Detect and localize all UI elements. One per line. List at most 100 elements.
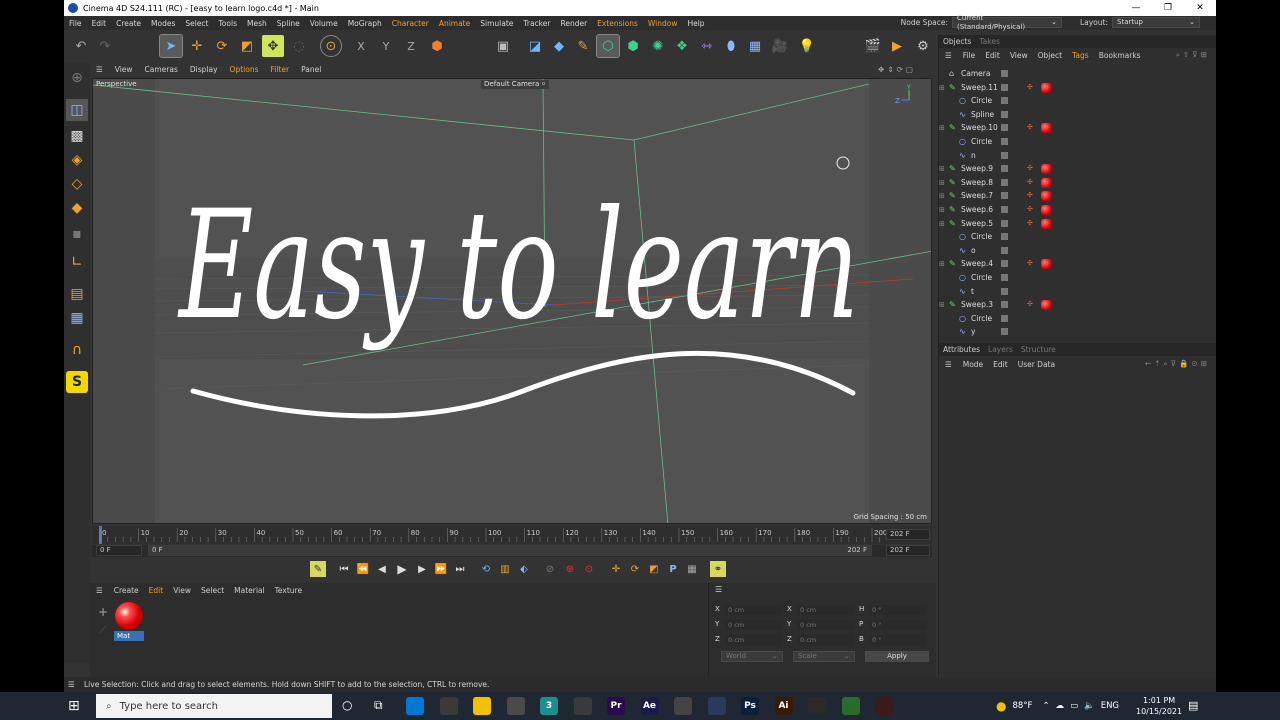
- expand-icon[interactable]: ⊞: [939, 260, 947, 268]
- material-tag-icon[interactable]: [1041, 218, 1052, 229]
- 3d-viewport[interactable]: Easy to learn Z Y Perspective Default Ca…: [92, 78, 932, 524]
- maximize-button[interactable]: ❐: [1152, 0, 1184, 16]
- snap-s-icon[interactable]: S: [66, 371, 88, 393]
- menu-spline[interactable]: Spline: [272, 19, 305, 28]
- render-region-icon[interactable]: ▣: [492, 35, 514, 57]
- visibility-checkbox[interactable]: ✓: [1001, 301, 1023, 309]
- coord-field-h[interactable]: 0 °: [869, 605, 927, 615]
- z-axis-lock-icon[interactable]: Z: [400, 35, 422, 57]
- menu-file[interactable]: File: [64, 19, 87, 28]
- menu-character[interactable]: Character: [387, 19, 434, 28]
- material-menu-select[interactable]: Select: [196, 586, 229, 595]
- points-mode-icon[interactable]: ◈: [66, 149, 88, 171]
- attributes-menu-icon[interactable]: ☰: [939, 360, 958, 369]
- objects-menu-bookmarks[interactable]: Bookmarks: [1094, 51, 1146, 60]
- taskbar-app-6[interactable]: Pr: [607, 697, 625, 715]
- phong-tag-icon[interactable]: ✣: [1027, 83, 1033, 91]
- expand-icon[interactable]: ⊞: [939, 301, 947, 309]
- object-row[interactable]: ⊞ ✎ Sweep.8 ✓ ✣: [939, 177, 1207, 191]
- object-mode-icon[interactable]: ⬢: [426, 35, 448, 57]
- weather-temp[interactable]: 88°F: [1012, 701, 1032, 711]
- coordinate-mode-dropdown[interactable]: Scale ⌄: [793, 651, 855, 662]
- coord-field-z[interactable]: 0 cm: [797, 635, 855, 645]
- viewport-menu-view[interactable]: View: [109, 65, 139, 74]
- network-icon[interactable]: ▭: [1070, 701, 1078, 711]
- objects-menu-edit[interactable]: Edit: [980, 51, 1005, 60]
- material-menu-view[interactable]: View: [168, 586, 196, 595]
- apply-button[interactable]: Apply: [865, 651, 929, 662]
- object-row[interactable]: ⌂ Camera ✓: [939, 68, 1207, 82]
- visibility-checkbox[interactable]: ✓: [1001, 151, 1023, 160]
- snap-grid-icon[interactable]: ▤: [66, 283, 88, 305]
- motion-record-icon[interactable]: ⊘: [542, 561, 558, 577]
- volume-icon[interactable]: 🔈: [1084, 701, 1095, 711]
- taskbar-app-13[interactable]: [841, 697, 860, 715]
- make-editable-icon[interactable]: ◪: [524, 35, 546, 57]
- coord-field-x[interactable]: 0 cm: [725, 605, 783, 615]
- attributes-nav-icons[interactable]: ←⇡⌕⊽🔒⊙⊞: [1145, 359, 1210, 369]
- coord-field-y[interactable]: 0 cm: [797, 620, 855, 630]
- viewport-menu-filter[interactable]: Filter: [265, 65, 296, 74]
- material-menu-material[interactable]: Material: [229, 586, 269, 595]
- taskbar-app-1[interactable]: [439, 697, 458, 715]
- workplane-icon[interactable]: ⊕: [66, 67, 88, 89]
- taskbar-app-10[interactable]: Ps: [741, 697, 759, 715]
- taskbar-app-4[interactable]: 3: [540, 697, 558, 715]
- keyframe-icon[interactable]: ✎: [310, 561, 326, 577]
- prev-key-icon[interactable]: ⏪: [355, 561, 371, 577]
- object-row[interactable]: ○ Circle ✓: [939, 136, 1207, 150]
- cube-icon[interactable]: ◆: [548, 35, 570, 57]
- object-row[interactable]: ⊞ ✎ Sweep.3 ✓ ✣: [939, 299, 1207, 313]
- playback-rate-icon[interactable]: ▥: [497, 561, 513, 577]
- subdivision-icon[interactable]: ⬡: [596, 34, 620, 58]
- edges-mode-icon[interactable]: ◇: [66, 173, 88, 195]
- viewport-menu-icon[interactable]: ☰: [90, 65, 109, 74]
- material-tag-icon[interactable]: [1041, 300, 1052, 311]
- visibility-checkbox[interactable]: ✓: [1001, 192, 1023, 200]
- rotate-icon[interactable]: ⟳: [211, 35, 233, 57]
- camera-label[interactable]: Default Camera ⸰: [481, 80, 549, 89]
- x-axis-lock-icon[interactable]: X: [350, 35, 372, 57]
- viewport-nav-icons[interactable]: ✥⇕⟳▢: [878, 65, 916, 74]
- autokey-icon[interactable]: ⊙: [581, 561, 597, 577]
- transform-icon[interactable]: ✥: [262, 35, 284, 57]
- tab-structure[interactable]: Structure: [1017, 345, 1060, 354]
- taskbar-app-8[interactable]: [674, 697, 692, 715]
- render-settings-icon[interactable]: ⚙: [912, 35, 934, 57]
- status-menu-icon[interactable]: ☰: [68, 677, 75, 692]
- tab-takes[interactable]: Takes: [975, 37, 1004, 46]
- coord-field-y[interactable]: 0 cm: [725, 620, 783, 630]
- tray-chevron-icon[interactable]: ⌃: [1042, 701, 1049, 711]
- object-row[interactable]: ⊞ ✎ Sweep.5 ✓ ✣: [939, 218, 1207, 232]
- visibility-checkbox[interactable]: ✓: [1001, 274, 1023, 282]
- coordinate-system-icon[interactable]: ⊙: [320, 35, 342, 57]
- playhead[interactable]: [99, 526, 102, 544]
- coord-field-x[interactable]: 0 cm: [797, 605, 855, 615]
- material-tag-icon[interactable]: [1041, 205, 1052, 215]
- material-menu-edit[interactable]: Edit: [144, 586, 169, 595]
- floor-icon[interactable]: ▦: [744, 35, 766, 57]
- viewport-menu-cameras[interactable]: Cameras: [139, 65, 184, 74]
- menu-edit[interactable]: Edit: [87, 19, 112, 28]
- menu-extensions[interactable]: Extensions: [592, 19, 643, 28]
- menu-animate[interactable]: Animate: [434, 19, 475, 28]
- object-row[interactable]: ∿ o ✓: [939, 245, 1207, 259]
- tab-attributes[interactable]: Attributes: [939, 345, 984, 354]
- material-tag-icon[interactable]: [1041, 259, 1052, 270]
- object-row[interactable]: ∿ t ✓: [939, 286, 1207, 300]
- go-to-start-icon[interactable]: ⏮: [336, 561, 352, 577]
- object-row[interactable]: ⊞ ✎ Sweep.7 ✓ ✣: [939, 190, 1207, 204]
- viewport-menu-panel[interactable]: Panel: [295, 65, 327, 74]
- menu-mesh[interactable]: Mesh: [242, 19, 272, 28]
- material-menu-texture[interactable]: Texture: [270, 586, 307, 595]
- move-icon[interactable]: ✛: [186, 35, 208, 57]
- phong-tag-icon[interactable]: ✣: [1027, 219, 1033, 227]
- live-selection-icon[interactable]: ➤: [159, 34, 183, 58]
- object-row[interactable]: ⊞ ✎ Sweep.4 ✓ ✣: [939, 258, 1207, 272]
- menu-window[interactable]: Window: [643, 19, 683, 28]
- taskbar-search[interactable]: ⌕ Type here to search: [96, 694, 332, 718]
- undo-icon[interactable]: ↶: [70, 35, 92, 57]
- phong-tag-icon[interactable]: ✣: [1027, 191, 1033, 199]
- viewport-menu-options[interactable]: Options: [224, 65, 265, 74]
- menu-modes[interactable]: Modes: [146, 19, 180, 28]
